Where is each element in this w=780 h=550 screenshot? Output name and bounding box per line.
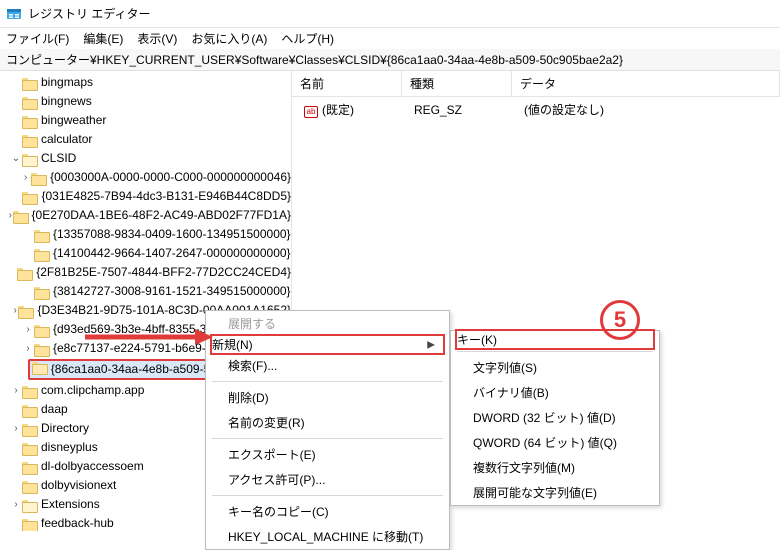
- menubar: ファイル(F) 編集(E) 表示(V) お気に入り(A) ヘルプ(H): [0, 28, 780, 49]
- col-data[interactable]: データ: [512, 71, 780, 96]
- twisty-icon[interactable]: ›: [10, 496, 22, 513]
- folder-icon: [22, 480, 37, 492]
- menu-view[interactable]: 表示(V): [137, 30, 177, 47]
- folder-icon: [31, 172, 46, 184]
- ctx-new-expand[interactable]: 展開可能な文字列値(E): [451, 480, 659, 505]
- tree-item[interactable]: {2F81B25E-7507-4844-BFF2-77D2CC24CED4}: [0, 263, 291, 282]
- separator: [212, 495, 443, 496]
- list-row[interactable]: ab(既定) REG_SZ (値の設定なし): [292, 97, 780, 122]
- twisty-icon[interactable]: ›: [22, 340, 34, 357]
- tree-item[interactable]: {031E4825-7B94-4dc3-B131-E946B44C8DD5}: [0, 187, 291, 206]
- ctx-new-multi[interactable]: 複数行文字列値(M): [451, 455, 659, 480]
- context-menu: 展開する 新規(N) ▶ 検索(F)... 削除(D) 名前の変更(R) エクス…: [205, 310, 450, 550]
- ctx-export[interactable]: エクスポート(E): [206, 442, 449, 467]
- folder-icon: [34, 229, 49, 241]
- folder-icon: [22, 404, 37, 416]
- separator: [212, 438, 443, 439]
- folder-icon: [22, 423, 37, 435]
- folder-icon: [32, 361, 47, 373]
- ctx-new-string[interactable]: 文字列値(S): [451, 355, 659, 380]
- folder-icon: [22, 461, 37, 473]
- folder-icon: [34, 324, 49, 336]
- ctx-new-qword[interactable]: QWORD (64 ビット) 値(Q): [451, 430, 659, 455]
- menu-file[interactable]: ファイル(F): [6, 30, 69, 47]
- annotation-step-badge: 5: [600, 300, 640, 340]
- ctx-copy-key-name[interactable]: キー名のコピー(C): [206, 499, 449, 524]
- folder-icon: [22, 153, 37, 165]
- window-title: レジストリ エディター: [28, 5, 151, 22]
- folder-icon: [34, 248, 49, 260]
- tree-item[interactable]: {13357088-9834-0409-1600-134951500000}: [0, 225, 291, 244]
- tree-item[interactable]: ›{0E270DAA-1BE6-48F2-AC49-ABD02F77FD1A}: [0, 206, 291, 225]
- tree-item-clsid[interactable]: ⌄CLSID: [0, 149, 291, 168]
- twisty-icon[interactable]: ›: [10, 420, 22, 437]
- titlebar: レジストリ エディター: [0, 0, 780, 28]
- tree-item[interactable]: bingweather: [0, 111, 291, 130]
- col-name[interactable]: 名前: [292, 71, 402, 96]
- col-type[interactable]: 種類: [402, 71, 512, 96]
- ctx-permissions[interactable]: アクセス許可(P)...: [206, 467, 449, 492]
- separator: [212, 381, 443, 382]
- menu-favorites[interactable]: お気に入り(A): [191, 30, 267, 47]
- app-icon: [6, 6, 22, 22]
- folder-icon: [22, 77, 37, 89]
- folder-icon: [22, 96, 37, 108]
- folder-icon: [22, 134, 37, 146]
- ctx-new[interactable]: 新規(N) ▶: [210, 334, 445, 355]
- ctx-rename[interactable]: 名前の変更(R): [206, 410, 449, 435]
- folder-icon: [18, 305, 33, 317]
- ctx-new-dword[interactable]: DWORD (32 ビット) 値(D): [451, 405, 659, 430]
- folder-icon: [22, 385, 37, 397]
- folder-icon: [22, 499, 37, 511]
- tree-item[interactable]: bingmaps: [0, 73, 291, 92]
- folder-icon: [22, 442, 37, 454]
- twisty-icon[interactable]: ›: [20, 169, 31, 186]
- context-submenu-new: キー(K) 文字列値(S) バイナリ値(B) DWORD (32 ビット) 値(…: [450, 330, 660, 506]
- tree-item[interactable]: bingnews: [0, 92, 291, 111]
- string-value-icon: ab: [304, 106, 318, 118]
- submenu-arrow-icon: ▶: [427, 339, 435, 350]
- ctx-expand: 展開する: [206, 311, 449, 336]
- separator: [457, 351, 653, 352]
- menu-edit[interactable]: 編集(E): [83, 30, 123, 47]
- tree-item[interactable]: {14100442-9664-1407-2647-000000000000}: [0, 244, 291, 263]
- tree-item[interactable]: ›{0003000A-0000-0000-C000-000000000046}: [0, 168, 291, 187]
- folder-icon: [22, 115, 37, 127]
- folder-icon: [22, 191, 37, 203]
- list-header: 名前 種類 データ: [292, 71, 780, 97]
- twisty-icon[interactable]: ›: [10, 382, 22, 399]
- tree-item[interactable]: calculator: [0, 130, 291, 149]
- ctx-find[interactable]: 検索(F)...: [206, 353, 449, 378]
- menu-help[interactable]: ヘルプ(H): [281, 30, 334, 47]
- address-bar[interactable]: コンピューター¥HKEY_CURRENT_USER¥Software¥Class…: [0, 49, 780, 71]
- twisty-icon[interactable]: ⌄: [10, 150, 22, 167]
- folder-icon: [34, 343, 49, 355]
- folder-icon: [17, 267, 32, 279]
- ctx-new-binary[interactable]: バイナリ値(B): [451, 380, 659, 405]
- twisty-icon[interactable]: ›: [22, 321, 34, 338]
- folder-icon: [13, 210, 28, 222]
- ctx-delete[interactable]: 削除(D): [206, 385, 449, 410]
- tree-item[interactable]: {38142727-3008-9161-1521-349515000000}: [0, 282, 291, 301]
- folder-icon: [34, 286, 49, 298]
